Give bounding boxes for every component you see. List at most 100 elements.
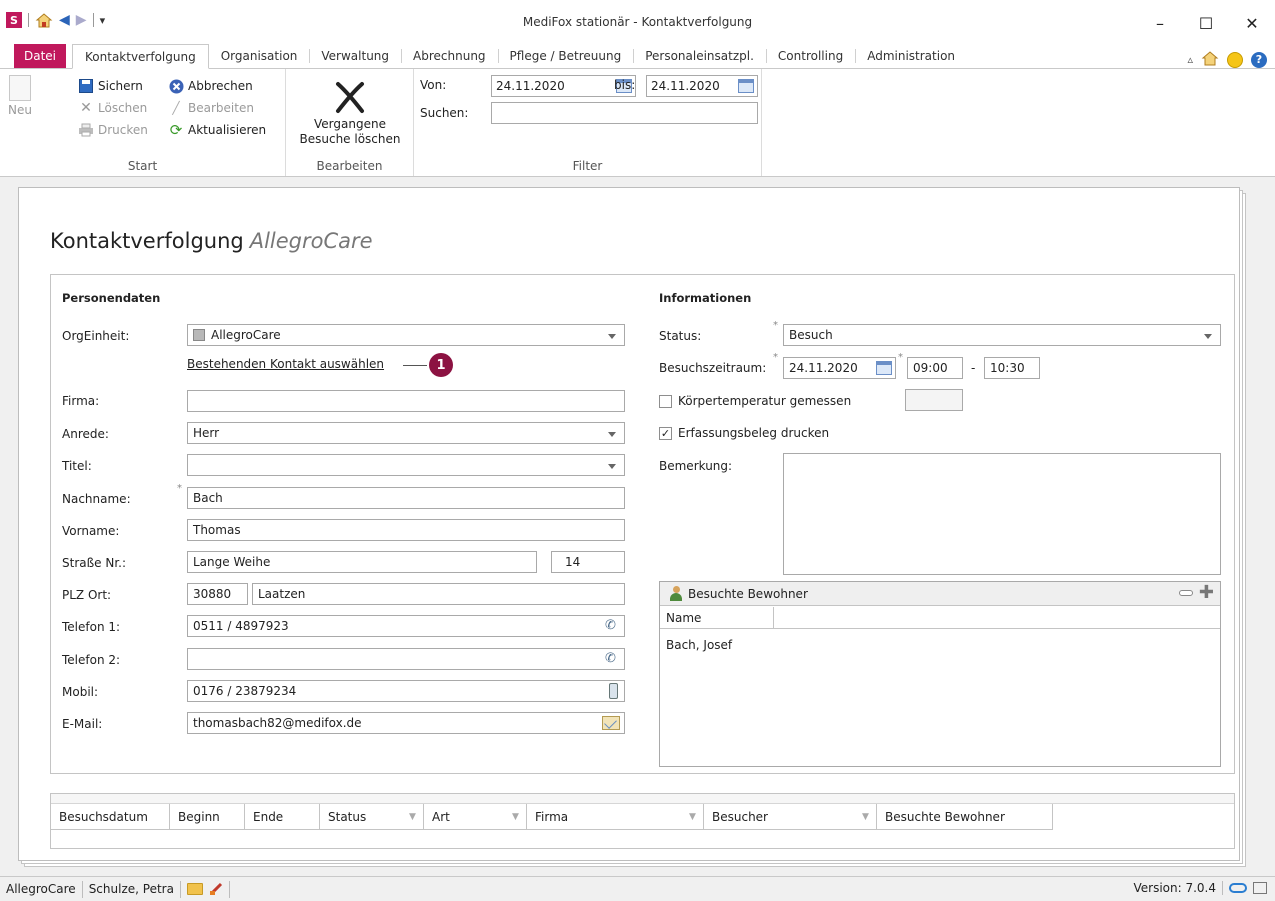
nachname-input[interactable]: Bach xyxy=(187,487,625,509)
cancel-button[interactable]: Abbrechen xyxy=(168,75,266,97)
tab-controlling[interactable]: Controlling xyxy=(765,44,855,68)
column-header-firma[interactable]: Firma ▼ xyxy=(527,804,704,830)
column-header-besuchte-bewohner[interactable]: Besuchte Bewohner xyxy=(877,804,1053,830)
plz-input[interactable]: 30880 xyxy=(187,583,248,605)
hausnummer-value: 14 xyxy=(565,555,581,569)
mobile-phone-icon[interactable] xyxy=(609,683,618,699)
table-header: Besuchsdatum Beginn Ende Status ▼ Art ▼ Fi… xyxy=(51,804,1053,830)
titel-select[interactable] xyxy=(187,454,625,476)
calendar-icon[interactable] xyxy=(876,361,892,375)
refresh-button[interactable]: ⟳ Aktualisieren xyxy=(168,119,266,141)
filter-icon[interactable]: ▼ xyxy=(862,813,870,822)
email-input[interactable]: thomasbach82@medifox.de xyxy=(187,712,625,734)
visit-date-input[interactable]: 24.11.2020 xyxy=(783,357,896,379)
status-right: Version: 7.0.4 xyxy=(1133,881,1267,895)
telefon1-input[interactable]: 0511 / 4897923 ✆ xyxy=(187,615,625,637)
mobil-input[interactable]: 0176 / 23879234 xyxy=(187,680,625,702)
column-label-besucher: Besucher xyxy=(712,810,768,824)
close-button[interactable]: ✕ xyxy=(1229,8,1275,38)
filter-icon[interactable]: ▼ xyxy=(689,813,697,822)
visit-end-time-value: 10:30 xyxy=(990,361,1025,375)
strasse-input[interactable]: Lange Weihe xyxy=(187,551,537,573)
tab-administration[interactable]: Administration xyxy=(855,44,967,68)
phone-icon[interactable]: ✆ xyxy=(605,619,619,633)
window-title: MediFox stationär - Kontaktverfolgung xyxy=(522,15,753,29)
new-button[interactable]: Neu xyxy=(4,75,36,117)
save-button[interactable]: Sichern xyxy=(78,75,148,97)
minimize-button[interactable]: – xyxy=(1137,8,1183,38)
column-header-besucher[interactable]: Besucher ▼ xyxy=(704,804,877,830)
column-header-ende[interactable]: Ende xyxy=(245,804,320,830)
telefon2-input[interactable]: ✆ xyxy=(187,648,625,670)
print-receipt-checkbox[interactable]: ✓ xyxy=(659,427,672,440)
visit-start-time-input[interactable]: 09:00 xyxy=(907,357,963,379)
anrede-select[interactable]: Herr xyxy=(187,422,625,444)
column-header-status[interactable]: Status ▼ xyxy=(320,804,424,830)
filter-icon[interactable]: ▼ xyxy=(512,813,520,822)
orgeinheit-label: OrgEinheit: xyxy=(62,329,130,343)
orgeinheit-select[interactable]: AllegroCare xyxy=(187,324,625,346)
cloud-icon[interactable] xyxy=(1229,883,1247,893)
help-icon[interactable]: ? xyxy=(1251,51,1267,68)
collapse-ribbon-icon[interactable]: ▵ xyxy=(1187,53,1193,66)
folder-icon[interactable] xyxy=(186,883,203,895)
cleanup-icon[interactable] xyxy=(209,882,223,896)
column-label-status: Status xyxy=(328,810,367,824)
ort-input[interactable]: Laatzen xyxy=(252,583,625,605)
body-temperature-checkbox[interactable] xyxy=(659,395,672,408)
window-layout-icon[interactable] xyxy=(1253,882,1267,894)
add-resident-icon[interactable]: ✚ xyxy=(1199,584,1214,602)
tab-organisation[interactable]: Organisation xyxy=(209,44,310,68)
search-label: Suchen: xyxy=(420,106,469,120)
status-select[interactable]: Besuch xyxy=(783,324,1221,346)
search-input[interactable] xyxy=(491,102,758,124)
status-orgeinheit: AllegroCare xyxy=(0,880,83,898)
column-header-besuchsdatum[interactable]: Besuchsdatum xyxy=(51,804,170,830)
filter-icon[interactable]: ▼ xyxy=(409,813,417,822)
body-temperature-input[interactable] xyxy=(905,389,963,411)
ribbon-group-label-bearbeiten: Bearbeiten xyxy=(316,159,383,173)
visit-end-time-input[interactable]: 10:30 xyxy=(984,357,1040,379)
ribbon-group-start: Neu Sichern ✕ Löschen Drucken Abbrechen … xyxy=(0,69,286,176)
vorname-value: Thomas xyxy=(193,523,241,537)
list-item[interactable]: Bach, Josef xyxy=(666,638,732,652)
column-header-beginn[interactable]: Beginn xyxy=(170,804,245,830)
maximize-button[interactable]: ☐ xyxy=(1183,8,1229,38)
telefon1-value: 0511 / 4897923 xyxy=(193,619,289,633)
calendar-icon[interactable] xyxy=(738,79,754,93)
delete-button[interactable]: ✕ Löschen xyxy=(78,97,148,119)
ribbon-group-filter: Von: 24.11.2020 bis: 24.11.2020 Suchen: … xyxy=(414,69,762,176)
phone-icon[interactable]: ✆ xyxy=(605,652,619,666)
mail-icon[interactable] xyxy=(602,716,620,730)
contact-form-panel: Personendaten OrgEinheit: AllegroCare Be… xyxy=(50,274,1235,774)
delete-past-visits-button[interactable]: Vergangene Besuche löschen xyxy=(286,77,414,147)
print-button[interactable]: Drucken xyxy=(78,119,148,141)
tab-pflege-betreuung[interactable]: Pflege / Betreuung xyxy=(497,44,634,68)
email-label: E-Mail: xyxy=(62,717,103,731)
home-settings-icon[interactable] xyxy=(1201,50,1219,69)
ribbon-group-label-start: Start xyxy=(127,159,158,173)
refresh-label: Aktualisieren xyxy=(188,123,267,137)
select-existing-contact-link[interactable]: Bestehenden Kontakt auswählen xyxy=(187,357,384,371)
visit-date-value: 24.11.2020 xyxy=(789,361,858,375)
tab-kontaktverfolgung[interactable]: Kontaktverfolgung xyxy=(72,44,209,69)
firma-input[interactable] xyxy=(187,390,625,412)
plz-ort-label: PLZ Ort: xyxy=(62,588,112,602)
hausnummer-input[interactable]: 14 xyxy=(551,551,625,573)
column-header-art[interactable]: Art ▼ xyxy=(424,804,527,830)
status-value: Besuch xyxy=(789,328,833,342)
tab-abrechnung[interactable]: Abrechnung xyxy=(401,44,498,68)
tab-personaleinsatzplanung[interactable]: Personaleinsatzpl. xyxy=(633,44,766,68)
page-title-text: Kontaktverfolgung xyxy=(50,229,244,253)
email-value: thomasbach82@medifox.de xyxy=(193,716,362,730)
vorname-input[interactable]: Thomas xyxy=(187,519,625,541)
remove-resident-icon[interactable] xyxy=(1178,590,1193,596)
tab-verwaltung[interactable]: Verwaltung xyxy=(309,44,401,68)
tab-datei[interactable]: Datei xyxy=(14,44,67,68)
column-header-name[interactable]: Name xyxy=(660,607,774,629)
to-date-field[interactable]: 24.11.2020 xyxy=(646,75,758,97)
feedback-smiley-icon[interactable] xyxy=(1227,51,1243,68)
workspace: Kontaktverfolgung AllegroCare Personendat… xyxy=(0,177,1275,876)
bemerkung-textarea[interactable] xyxy=(783,453,1221,575)
edit-button[interactable]: ╱ Bearbeiten xyxy=(168,97,266,119)
